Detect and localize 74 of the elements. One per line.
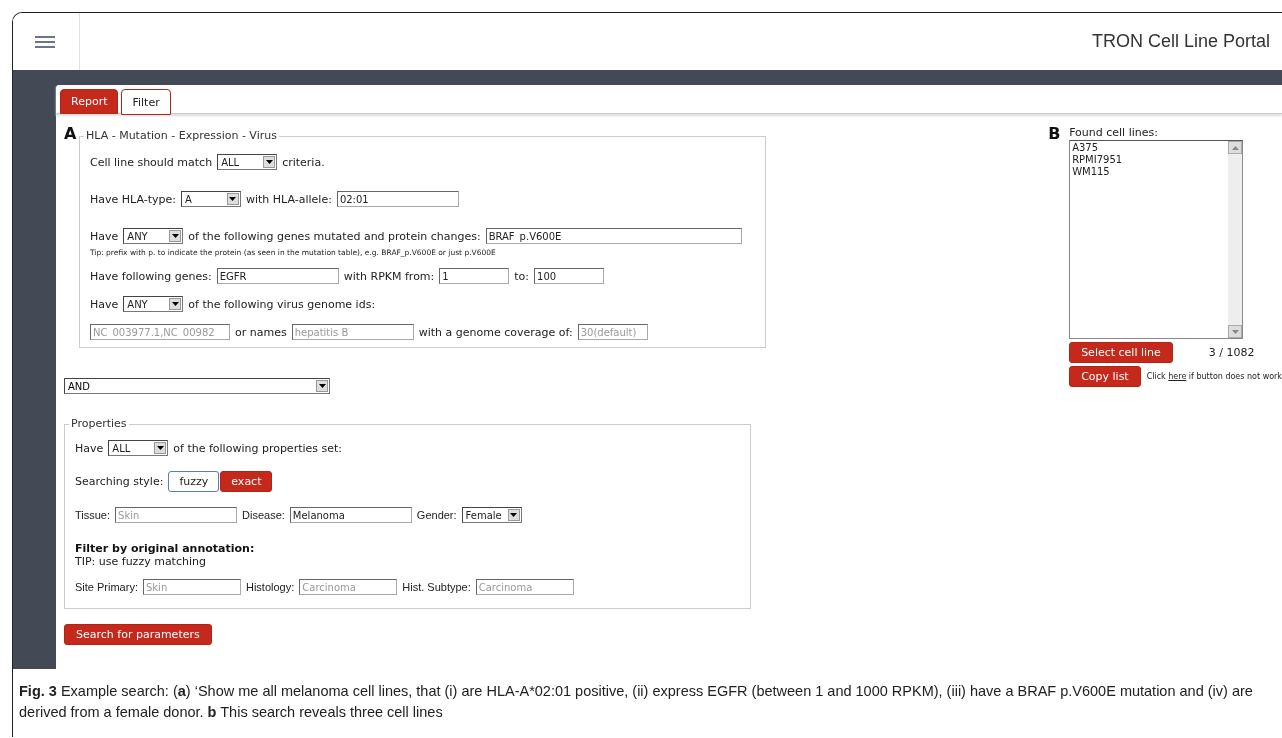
dropdown[interactable]: ALL xyxy=(108,440,169,456)
input-field[interactable]: Skin xyxy=(115,507,238,523)
dropdown[interactable]: ALL xyxy=(217,154,278,170)
caret-icon xyxy=(229,197,237,201)
select-button[interactable]: Select cell line xyxy=(1069,342,1173,363)
copy-button[interactable]: Copy list xyxy=(1069,366,1141,387)
scrollbar[interactable] xyxy=(1228,141,1243,338)
field-label: of the following genes mutated and protein changes: xyxy=(188,229,481,243)
input-field[interactable]: Skin xyxy=(142,579,241,595)
field-label: with HLA-allele: xyxy=(246,192,332,206)
search-button[interactable]: Search for parameters xyxy=(64,624,212,645)
caret-icon xyxy=(156,446,164,450)
field-label: Have HLA-type: xyxy=(90,192,176,206)
dropdown[interactable]: ANY xyxy=(123,296,184,312)
here-link[interactable]: here xyxy=(1168,372,1187,381)
panel-letter: A xyxy=(64,126,78,145)
caret-icon xyxy=(171,234,179,238)
tab[interactable]: Report xyxy=(60,89,119,114)
field-label: Searching style: xyxy=(75,475,164,488)
caret-icon xyxy=(265,160,273,164)
field-label: or names xyxy=(235,325,287,339)
input-field[interactable]: 30(default) xyxy=(577,324,648,340)
tab[interactable]: Filter xyxy=(121,89,171,115)
input-field[interactable]: 1 xyxy=(439,268,510,284)
field-label: Disease: xyxy=(242,509,285,521)
field-label: with RPKM from: xyxy=(343,269,435,283)
list-item[interactable]: WM115 xyxy=(1072,166,1227,178)
input-field[interactable]: BRAF_p.V600E xyxy=(485,228,742,244)
input-field[interactable]: 100 xyxy=(534,268,605,284)
field-label: Gender: xyxy=(416,509,457,521)
field-label: of the following properties set: xyxy=(173,441,343,455)
tip-text: TIP: use fuzzy matching xyxy=(75,555,206,568)
hint-text: Click here if button does not work xyxy=(1146,372,1282,381)
up-arrow-icon[interactable] xyxy=(1231,145,1239,150)
field-label: Have following genes: xyxy=(90,269,212,283)
menu-icon[interactable] xyxy=(35,35,55,48)
field-label: Tissue: xyxy=(75,509,111,521)
field-label: with a genome coverage of: xyxy=(418,325,573,339)
field-label: Histology: xyxy=(245,581,295,593)
dropdown[interactable]: A xyxy=(181,191,241,207)
dropdown[interactable]: Female xyxy=(461,507,522,523)
field-label: to: xyxy=(514,269,530,283)
caret-icon xyxy=(318,384,326,388)
caret-icon xyxy=(510,513,518,517)
input-field[interactable]: Carcinoma xyxy=(475,579,574,595)
input-field[interactable]: EGFR xyxy=(216,268,339,284)
field-label: criteria. xyxy=(282,155,325,169)
result-count: 3 / 1082 xyxy=(1208,346,1255,359)
dropdown[interactable]: ANY xyxy=(123,228,184,244)
field-label: of the following virus genome ids: xyxy=(188,297,376,311)
portal-title: TRON Cell Line Portal xyxy=(1091,31,1270,52)
field-label: Cell line should match xyxy=(90,155,213,169)
input-field[interactable]: Melanoma xyxy=(289,507,412,523)
field-label: Site Primary: xyxy=(75,581,138,593)
dropdown[interactable]: AND xyxy=(64,378,330,394)
list-item[interactable]: RPMI7951 xyxy=(1072,154,1227,166)
field-label: Hist. Subtype: xyxy=(402,581,471,593)
toggle-button[interactable]: exact xyxy=(220,471,273,492)
list-label: Found cell lines: xyxy=(1069,126,1159,139)
input-field[interactable]: Carcinoma xyxy=(299,579,398,595)
caret-icon xyxy=(171,302,179,306)
input-field[interactable]: 02:01 xyxy=(336,191,459,207)
input-field[interactable]: hepatitis B xyxy=(291,324,414,340)
field-label: Have xyxy=(90,297,119,311)
section-heading: Filter by original annotation: xyxy=(75,542,255,555)
group-legend: Properties xyxy=(69,417,129,430)
field-label: Have xyxy=(75,441,104,455)
down-arrow-icon[interactable] xyxy=(1231,329,1239,334)
field-label: Have xyxy=(90,229,119,243)
panel-letter: B xyxy=(1048,126,1062,145)
list-item[interactable]: A375 xyxy=(1072,142,1227,154)
input-field[interactable]: NC_003977.1,NC_00982 xyxy=(90,324,230,340)
group-legend: HLA - Mutation - Expression - Virus xyxy=(84,129,279,142)
toggle-button[interactable]: fuzzy xyxy=(168,471,220,492)
